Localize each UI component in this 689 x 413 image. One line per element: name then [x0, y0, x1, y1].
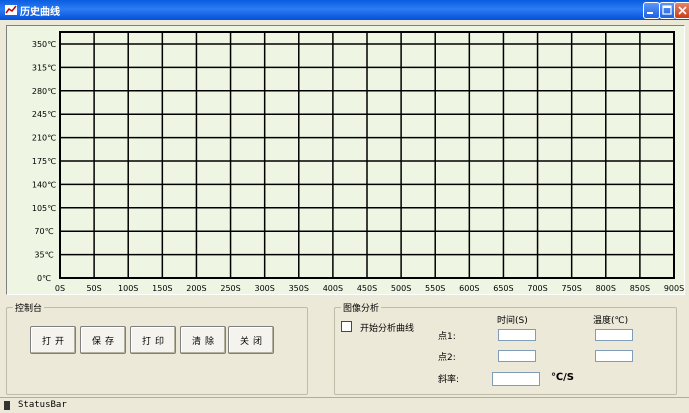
- y-tick-label: 70℃: [34, 227, 53, 236]
- minimize-button[interactable]: [643, 2, 660, 19]
- x-tick-label: 850S: [630, 284, 650, 293]
- y-tick-label: 210℃: [32, 134, 56, 143]
- x-tick-label: 300S: [254, 284, 274, 293]
- x-tick-label: 400S: [323, 284, 343, 293]
- point1-temp-input[interactable]: [595, 329, 633, 341]
- x-tick-label: 200S: [186, 284, 206, 293]
- status-text: StatusBar: [18, 400, 67, 410]
- slope-unit: ℃/S: [551, 372, 574, 383]
- control-panel-title: 控制台: [13, 301, 45, 314]
- x-tick-label: 250S: [220, 284, 240, 293]
- y-tick-label: 175℃: [32, 157, 56, 166]
- title-bar[interactable]: 历史曲线: [0, 0, 689, 20]
- point2-label: 点2:: [438, 353, 456, 363]
- x-tick-label: 500S: [391, 284, 411, 293]
- x-tick-label: 600S: [459, 284, 479, 293]
- x-tick-label: 450S: [357, 284, 377, 293]
- analysis-group: 图像分析 开始分析曲线 时间(S) 温度(℃) 点1: 点2: 斜率: ℃/S: [334, 301, 677, 395]
- close-window-button[interactable]: [674, 2, 689, 19]
- close-button[interactable]: 关闭: [228, 326, 274, 354]
- status-icon: [4, 401, 10, 410]
- control-panel-group: 控制台 打开 保存 打印 清除 关闭: [6, 301, 308, 395]
- x-tick-label: 100S: [118, 284, 138, 293]
- maximize-icon: [662, 5, 672, 15]
- y-tick-label: 280℃: [32, 87, 56, 96]
- save-button[interactable]: 保存: [80, 326, 126, 354]
- x-tick-label: 650S: [493, 284, 513, 293]
- start-analysis-label: 开始分析曲线: [360, 324, 415, 334]
- status-bar: StatusBar: [0, 397, 689, 413]
- chart-canvas: 0S 50S 100S 150S 200S 250S 300S 350S 400S 450S 500…: [32, 31, 684, 293]
- x-tick-label: 0S: [55, 284, 65, 293]
- x-tick-label: 750S: [561, 284, 581, 293]
- y-tick-label: 350℃: [32, 40, 56, 49]
- x-tick-label: 900S: [664, 284, 684, 293]
- x-tick-label: 700S: [527, 284, 547, 293]
- point2-time-input[interactable]: [498, 350, 536, 362]
- minimize-icon: [647, 12, 653, 14]
- time-header: 时间(S): [497, 316, 528, 326]
- point1-time-input[interactable]: [498, 329, 536, 341]
- start-analysis-checkbox[interactable]: [341, 321, 352, 332]
- x-tick-label: 150S: [152, 284, 172, 293]
- temperature-header: 温度(℃): [593, 316, 629, 326]
- open-button[interactable]: 打开: [30, 326, 76, 354]
- app-icon: [4, 3, 18, 17]
- x-tick-label: 350S: [289, 284, 309, 293]
- y-tick-label: 35℃: [34, 251, 53, 260]
- clear-button[interactable]: 清除: [180, 326, 226, 354]
- close-icon: [678, 6, 687, 15]
- slope-input[interactable]: [492, 372, 540, 386]
- y-tick-label: 245℃: [32, 110, 56, 119]
- point2-temp-input[interactable]: [595, 350, 633, 362]
- y-tick-label: 140℃: [32, 180, 56, 189]
- x-tick-label: 50S: [86, 284, 101, 293]
- slope-label: 斜率:: [438, 375, 460, 385]
- y-tick-label: 315℃: [32, 63, 56, 72]
- history-chart: 0S 50S 100S 150S 200S 250S 300S 350S 400S 450S 500…: [6, 25, 685, 295]
- x-tick-label: 550S: [425, 284, 445, 293]
- history-curve-window: 历史曲线 0S 50S 100S 150S 200S 250S 300S 350S 400S 45…: [0, 0, 689, 413]
- point1-label: 点1:: [438, 332, 456, 342]
- window-title: 历史曲线: [20, 7, 60, 18]
- analysis-title: 图像分析: [341, 301, 382, 314]
- y-tick-label: 105℃: [32, 204, 56, 213]
- print-button[interactable]: 打印: [130, 326, 176, 354]
- y-tick-label: 0℃: [37, 274, 51, 283]
- x-tick-label: 800S: [596, 284, 616, 293]
